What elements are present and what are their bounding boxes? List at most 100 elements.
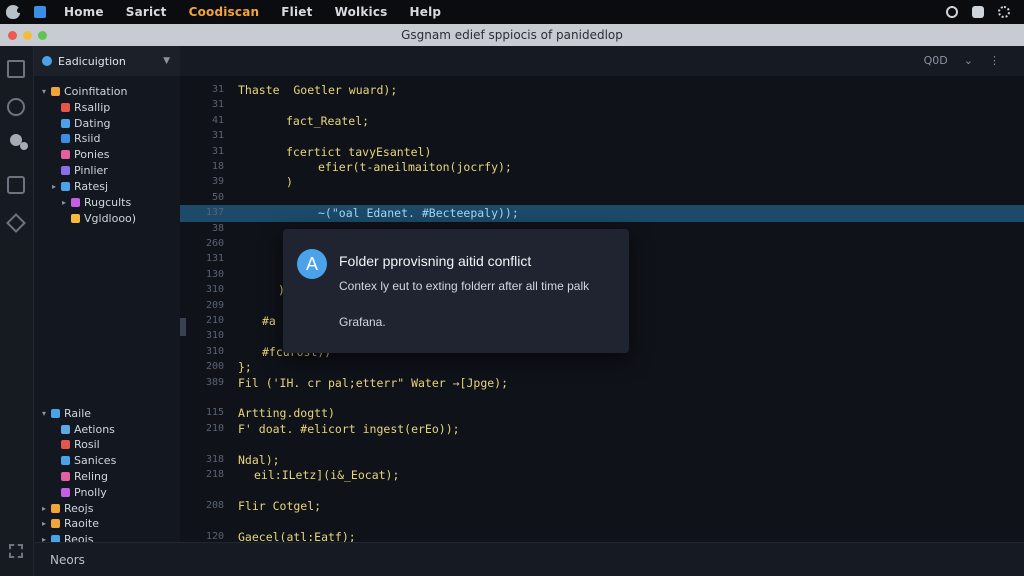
accounts-icon[interactable] bbox=[9, 544, 23, 558]
menu-item-works[interactable]: Wolkics bbox=[335, 5, 388, 19]
tree-item[interactable]: Pinlier bbox=[52, 163, 108, 178]
tree-item[interactable]: Pnolly bbox=[52, 485, 107, 500]
tree-item-label: Ponies bbox=[74, 148, 110, 161]
menu-item-active[interactable]: Coodiscan bbox=[189, 5, 260, 19]
editor-actions: Q0D ⌄ ⋮ bbox=[924, 54, 1000, 67]
line-number: 260 bbox=[205, 238, 224, 249]
chevron-down-icon[interactable]: ⌄ bbox=[964, 54, 973, 67]
tree-item[interactable]: ▸ Ratesj bbox=[52, 179, 108, 194]
tree-item[interactable]: Dating bbox=[52, 116, 111, 131]
file-icon bbox=[61, 166, 70, 175]
chevron-right-icon[interactable]: ▸ bbox=[52, 182, 61, 191]
chevron-right-icon[interactable]: ▸ bbox=[42, 504, 51, 513]
tree-item[interactable]: ▾ Raile bbox=[42, 406, 91, 421]
tree-item[interactable]: ▾ Coinfitation bbox=[42, 84, 128, 99]
tree-item[interactable]: Ponies bbox=[52, 147, 110, 162]
code-line[interactable]: 200}; bbox=[180, 359, 1024, 376]
tree-item[interactable]: Rsallip bbox=[52, 100, 110, 115]
line-number: 130 bbox=[205, 269, 224, 280]
tree-item-label: Pnolly bbox=[74, 486, 107, 499]
tree-item[interactable]: ▸ Raoite bbox=[42, 516, 99, 531]
file-icon bbox=[71, 198, 80, 207]
search-icon[interactable] bbox=[7, 98, 25, 116]
line-number: 39 bbox=[211, 176, 224, 187]
code-text: Artting.dogtt) bbox=[238, 406, 335, 420]
code-text: eil:ILetz](i&_Eocat); bbox=[254, 468, 400, 482]
tree-item-label: Rsiid bbox=[74, 132, 101, 145]
notification-toast[interactable]: A Folder pprovisning aitid conflict Cont… bbox=[283, 229, 629, 353]
control-center-icon[interactable] bbox=[972, 6, 984, 18]
extensions-icon[interactable] bbox=[6, 213, 26, 233]
notification-body: Contex ly eut to exting folderr after al… bbox=[339, 279, 590, 293]
chevron-down-icon[interactable]: ▾ bbox=[42, 87, 51, 96]
record-icon[interactable] bbox=[946, 6, 958, 18]
tree-item-label: Rosil bbox=[74, 438, 100, 451]
code-line[interactable]: 31 bbox=[180, 128, 1024, 145]
tree-item-label: Dating bbox=[74, 117, 111, 130]
code-line[interactable]: 115 Artting.dogtt) bbox=[180, 405, 1024, 422]
status-text[interactable]: Neors bbox=[50, 553, 85, 567]
menu-item-home[interactable]: Home bbox=[64, 5, 104, 19]
code-line[interactable]: 39) bbox=[180, 174, 1024, 191]
chevron-down-icon[interactable]: ▼ bbox=[163, 56, 170, 66]
code-line[interactable] bbox=[180, 482, 1024, 499]
line-number: 31 bbox=[211, 146, 224, 157]
more-icon[interactable]: ⋮ bbox=[989, 54, 1000, 67]
code-text: Flir Cotgel; bbox=[238, 499, 322, 513]
chevron-right-icon[interactable]: ▸ bbox=[62, 198, 71, 207]
file-icon bbox=[61, 440, 70, 449]
tree-item-label: Ratesj bbox=[74, 180, 109, 193]
explorer-icon[interactable] bbox=[7, 60, 25, 78]
menu-item-file[interactable]: Fliet bbox=[281, 5, 312, 19]
file-icon bbox=[61, 150, 70, 159]
editor-action-label[interactable]: Q0D bbox=[924, 54, 948, 67]
line-number: 318 bbox=[205, 454, 224, 465]
code-line[interactable] bbox=[180, 513, 1024, 530]
apple-icon[interactable] bbox=[6, 5, 21, 19]
tree-item[interactable]: Reling bbox=[52, 469, 108, 484]
debug-icon[interactable] bbox=[7, 176, 25, 194]
code-editor[interactable]: Q0D ⌄ ⋮ 31 Thaste Goetler wuard); 31 41 fact… bbox=[180, 46, 1024, 559]
tree-item[interactable]: Rosil bbox=[52, 437, 100, 452]
tree-item-label: Aetions bbox=[74, 423, 115, 436]
status-icons bbox=[946, 6, 1010, 18]
line-number: 208 bbox=[205, 500, 224, 511]
line-number: 131 bbox=[205, 253, 224, 264]
settings-icon[interactable] bbox=[998, 6, 1010, 18]
line-number: 31 bbox=[211, 84, 224, 95]
chevron-down-icon[interactable]: ▾ bbox=[42, 409, 51, 418]
tree-item[interactable]: Aetions bbox=[52, 422, 115, 437]
tree-item-label: Rsallip bbox=[74, 101, 111, 114]
code-text: Fil ('IH. cr pal;etterr" Water →[Jpge); bbox=[238, 376, 509, 390]
code-text: Ndal); bbox=[238, 453, 280, 467]
activity-bar bbox=[0, 46, 34, 576]
line-number: 137 bbox=[205, 207, 224, 218]
chevron-right-icon[interactable]: ▸ bbox=[42, 519, 51, 528]
tree-item-label: Pinlier bbox=[74, 164, 108, 177]
code-line-highlighted[interactable]: 137 ~("oal Edanet. #Becteepaly)); bbox=[180, 205, 1024, 222]
notification-source: Grafana. bbox=[339, 315, 386, 329]
line-number: 31 bbox=[211, 99, 224, 110]
tree-item[interactable]: ▸ Rugcults bbox=[62, 195, 131, 210]
editor-tab-bar: Q0D ⌄ ⋮ bbox=[180, 46, 1024, 76]
code-line[interactable]: 31 bbox=[180, 97, 1024, 114]
code-line[interactable] bbox=[180, 436, 1024, 453]
code-text: F' doat. #elicort ingest(erEo)); bbox=[238, 422, 460, 436]
window-title-bar: Gsgnam edief sppiocis of panidedlop bbox=[0, 24, 1024, 46]
tree-item[interactable]: Vgldlooo) bbox=[62, 211, 136, 226]
source-control-icon[interactable] bbox=[10, 134, 22, 146]
app-icon[interactable] bbox=[34, 6, 46, 18]
tree-item[interactable]: Sanices bbox=[52, 453, 116, 468]
sidebar-header[interactable]: Eadicuigtion ▼ bbox=[34, 46, 180, 76]
menu-item-help[interactable]: Help bbox=[410, 5, 442, 19]
menu-item-search[interactable]: Sarict bbox=[126, 5, 167, 19]
code-text: Thaste Goetler wuard); bbox=[238, 83, 398, 97]
file-icon bbox=[51, 409, 60, 418]
file-icon bbox=[51, 504, 60, 513]
tree-item[interactable]: ▸ Reojs bbox=[42, 501, 93, 516]
file-icon bbox=[61, 182, 70, 191]
tree-item[interactable]: Rsiid bbox=[52, 131, 100, 146]
tree-item-label: Coinfitation bbox=[64, 85, 128, 98]
info-icon: A bbox=[297, 249, 327, 279]
tree-item-label: Rugcults bbox=[84, 196, 132, 209]
